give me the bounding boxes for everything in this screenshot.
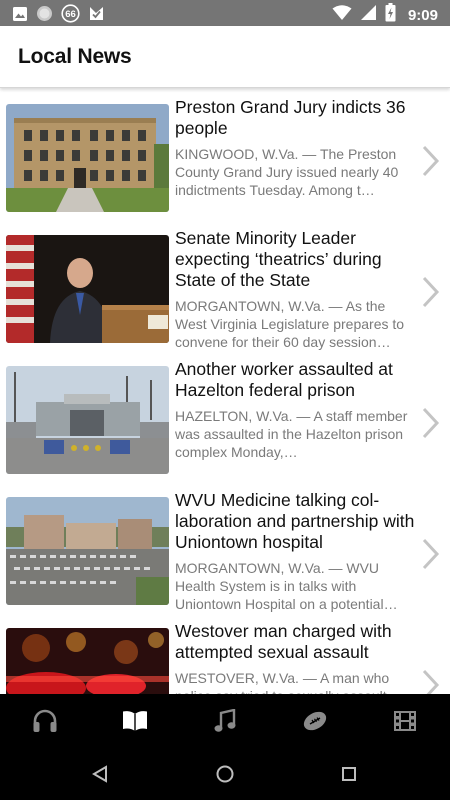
chevron-right-icon bbox=[422, 407, 440, 439]
chevron-right-icon bbox=[422, 276, 440, 308]
news-title: Preston Grand Jury indicts 36 people bbox=[175, 97, 406, 138]
news-snippet: KINGWOOD, W.Va. — The Preston County Gra… bbox=[175, 146, 399, 198]
tab-news[interactable] bbox=[105, 694, 165, 748]
open-book-icon bbox=[123, 711, 147, 731]
news-title: Another worker assaulted at Hazelton fed… bbox=[175, 359, 393, 400]
chevron-right-icon bbox=[422, 669, 440, 694]
football-icon bbox=[303, 711, 327, 731]
news-snippet: WESTOVER, W.Va. — A man who police say t… bbox=[175, 670, 401, 694]
back-triangle-icon bbox=[92, 765, 107, 783]
news-item-hazelton-prison[interactable]: Another worker assaulted at Hazelton fed… bbox=[0, 350, 450, 481]
wifi-icon bbox=[332, 4, 352, 26]
headphones-icon bbox=[33, 709, 57, 732]
svg-text:66: 66 bbox=[65, 9, 76, 20]
prison-entrance-photo bbox=[6, 366, 169, 474]
news-item-senate-minority-leader[interactable]: Senate Minority Leader expecting ‘theatr… bbox=[0, 219, 450, 350]
film-strip-icon bbox=[394, 711, 416, 731]
news-title: WVU Medicine talking col-laboration and … bbox=[175, 490, 415, 552]
chevron-right-icon bbox=[422, 145, 440, 177]
news-snippet: MORGANTOWN, W.Va. — As the West Virginia… bbox=[175, 298, 405, 350]
status-bar: 66 9:09 bbox=[0, 0, 450, 26]
news-item-preston-grand-jury[interactable]: Preston Grand Jury indicts 36 people KIN… bbox=[0, 88, 450, 219]
police-lights-photo bbox=[6, 628, 169, 694]
news-item-westover-man[interactable]: Westover man charged with attempted sexu… bbox=[0, 612, 450, 694]
check-download-icon bbox=[88, 5, 105, 27]
chevron-right-icon bbox=[422, 538, 440, 570]
system-nav-bar bbox=[0, 748, 450, 800]
tab-video[interactable] bbox=[375, 694, 435, 748]
home-circle-icon bbox=[216, 765, 234, 783]
circle-icon bbox=[36, 5, 53, 27]
status-time: 9:09 bbox=[407, 6, 438, 24]
bottom-tab-bar bbox=[0, 694, 450, 748]
courthouse-building-photo bbox=[6, 104, 169, 212]
music-note-icon bbox=[214, 709, 236, 732]
page-title: Local News bbox=[18, 45, 132, 68]
tab-sports[interactable] bbox=[285, 694, 345, 748]
hospital-aerial-photo bbox=[6, 497, 169, 605]
news-snippet: MORGANTOWN, W.Va. — WVU Health System is… bbox=[175, 560, 398, 612]
badge-66-icon: 66 bbox=[61, 4, 80, 28]
back-button[interactable] bbox=[88, 762, 112, 786]
tab-listen[interactable] bbox=[15, 694, 75, 748]
news-list[interactable]: Preston Grand Jury indicts 36 people KIN… bbox=[0, 88, 450, 694]
signal-icon bbox=[360, 4, 377, 26]
recents-button[interactable] bbox=[337, 762, 361, 786]
news-item-wvu-medicine[interactable]: WVU Medicine talking col-laboration and … bbox=[0, 481, 450, 612]
news-title: Senate Minority Leader expecting ‘theatr… bbox=[175, 228, 382, 290]
news-snippet: HAZELTON, W.Va. — A staff member was ass… bbox=[175, 408, 408, 460]
tab-music[interactable] bbox=[195, 694, 255, 748]
recents-square-icon bbox=[342, 767, 356, 781]
home-button[interactable] bbox=[213, 762, 237, 786]
battery-charging-icon bbox=[385, 3, 396, 27]
app-bar: Local News bbox=[0, 26, 450, 88]
news-title: Westover man charged with attempted sexu… bbox=[175, 621, 392, 662]
image-icon bbox=[12, 6, 28, 27]
speaker-at-podium-photo bbox=[6, 235, 169, 343]
